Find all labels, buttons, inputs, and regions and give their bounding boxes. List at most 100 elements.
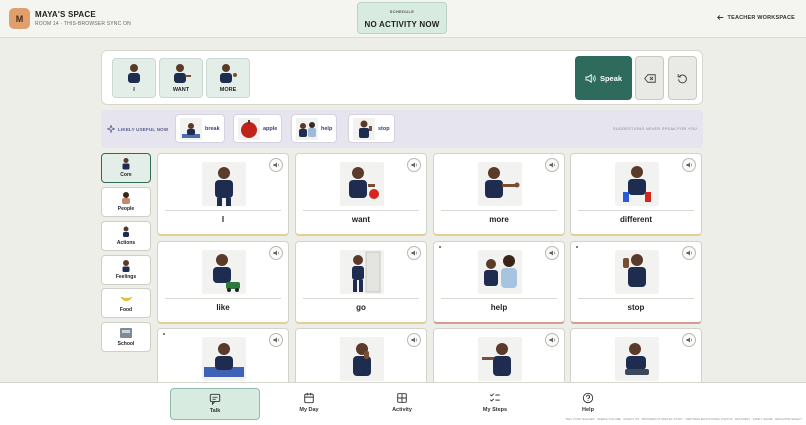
tile-divider [441,298,557,299]
reset-button[interactable] [668,56,697,100]
nav-talk[interactable]: Talk [170,388,260,420]
person-figure-icon [123,62,145,86]
strip-word-label: MORE [219,87,237,93]
boy-more-sign-photo [478,162,522,206]
category-actions[interactable]: Actions [101,221,151,251]
chat-icon [209,393,221,405]
suggestion-chip-apple[interactable]: apple [233,114,283,143]
speaker-icon[interactable] [682,246,696,260]
tile-divider [578,210,694,211]
boy-sitting-mat-photo [202,337,246,381]
stop-picture-icon [353,117,375,140]
boy-stop-hand-photo [615,250,659,294]
suggestion-chip-help[interactable]: help [291,114,338,143]
tile-divider [303,210,419,211]
schedule-card[interactable]: SCHEDULE NO ACTIVITY NOW [357,2,447,34]
word-tile[interactable]: like [157,241,289,324]
nav-activity[interactable]: Activity [357,388,447,420]
tile-word: more [489,215,509,224]
suggestion-chip-break[interactable]: break [175,114,225,143]
nav-help[interactable]: Help [543,388,633,420]
speaker-icon[interactable] [545,246,559,260]
sentence-strip: I WANT MORE Speak [101,50,703,105]
boy-two-cups-photo [615,162,659,206]
tile-divider [441,210,557,211]
space-name: MAYA'S SPACE [35,10,96,19]
schedule-value: NO ACTIVITY NOW [364,20,440,29]
speak-button[interactable]: Speak [575,56,632,100]
apple-picture-icon [238,117,260,140]
boy-with-helper-photo [478,250,522,294]
boy-pointing-photo [478,337,522,381]
category-core[interactable]: Core [101,153,151,183]
question-icon [582,392,594,404]
school-icon [119,326,133,339]
actions-icon [119,225,133,238]
speaker-icon[interactable] [407,246,421,260]
tile-word: different [620,215,652,224]
teacher-workspace-label: TEACHER WORKSPACE [727,14,795,21]
schedule-label: SCHEDULE [389,9,415,14]
category-people[interactable]: People [101,187,151,217]
backspace-icon [643,73,656,83]
category-school[interactable]: School [101,322,151,352]
word-tile[interactable]: different [570,153,702,236]
people-icon [119,191,133,204]
boy-walking-door-photo [340,250,384,294]
strip-word[interactable]: MORE [206,58,250,98]
marker-dot [439,246,441,248]
speaker-icon[interactable] [269,158,283,172]
speaker-icon[interactable] [269,333,283,347]
word-tile[interactable]: I [157,153,289,236]
banana-icon [119,292,133,305]
grid-icon [396,392,408,404]
word-tile[interactable]: stop [570,241,702,324]
speaker-icon[interactable] [682,333,696,347]
category-food[interactable]: Food [101,288,151,318]
tile-word: go [356,303,366,312]
nav-my-steps[interactable]: My Steps [450,388,540,420]
speaker-icon[interactable] [545,158,559,172]
arrow-left-icon [716,14,724,21]
reset-icon [677,73,688,84]
speaker-icon[interactable] [545,333,559,347]
marker-dot [576,246,578,248]
break-picture-icon [180,117,202,140]
strip-word-label: WANT [172,87,190,93]
feelings-icon [119,259,133,272]
speaker-icon[interactable] [407,158,421,172]
word-tile[interactable]: help [433,241,565,324]
tile-word: help [490,303,508,312]
category-feelings[interactable]: Feelings [101,255,151,285]
speaker-icon[interactable] [682,158,696,172]
help-picture-icon [296,117,318,140]
person-gesture-icon [217,62,239,86]
tile-divider [165,298,281,299]
word-tile[interactable]: go [295,241,427,324]
backspace-button[interactable] [635,56,664,100]
tile-word: I [221,215,225,224]
suggestions-label: LIKELY USEFUL NOW [107,125,168,133]
word-tile[interactable]: want [295,153,427,236]
speak-label: Speak [599,73,623,83]
speaker-icon [585,73,596,83]
checklist-icon [489,392,501,404]
boy-crouching-photo [615,337,659,381]
calendar-icon [303,392,315,404]
room-status: ROOM 14 · THIS-BROWSER SYNC ON [35,21,131,27]
speaker-icon[interactable] [407,333,421,347]
strip-word[interactable]: I [112,58,156,98]
nav-my-day[interactable]: My Day [264,388,354,420]
tile-word: want [351,215,371,224]
strip-word-label: I [133,87,135,93]
suggestion-chip-stop[interactable]: stop [348,114,395,143]
suggestions-bar: LIKELY USEFUL NOW break apple help stop … [101,110,703,148]
teacher-workspace-link[interactable]: TEACHER WORKSPACE [716,14,795,21]
avatar[interactable]: M [9,8,30,29]
word-tile[interactable]: more [433,153,565,236]
speaker-icon[interactable] [269,246,283,260]
strip-word[interactable]: WANT [159,58,203,98]
marker-dot [163,333,165,335]
sparkle-icon [107,125,115,133]
tile-divider [165,210,281,211]
